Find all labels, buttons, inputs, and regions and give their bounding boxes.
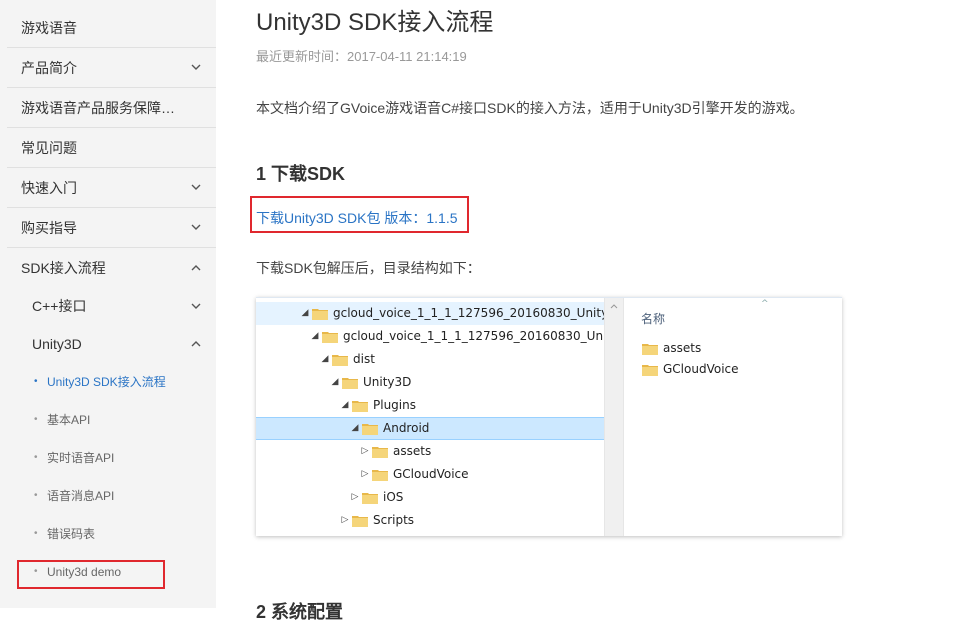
collapse-arrow-icon: ◢	[351, 423, 359, 433]
section-heading-download: 1 下载SDK	[256, 164, 346, 184]
extract-description: 下载SDK包解压后，目录结构如下：	[256, 260, 481, 276]
folder-icon	[312, 309, 328, 320]
tree-node: ◢ dist	[256, 348, 604, 371]
collapse-arrow-icon: ◢	[341, 400, 349, 410]
chevron-down-icon	[191, 64, 201, 70]
folder-icon	[372, 470, 388, 481]
tree-node-label: gcloud_voice_1_1_1_127596_20160830_Unity…	[333, 306, 604, 320]
tree-node-label: iOS	[383, 490, 404, 504]
folder-icon	[642, 365, 658, 376]
sidebar-item-label: 常见问题	[21, 140, 77, 156]
sidebar-item-label: 游戏语音	[21, 20, 77, 36]
sidebar-subitem-unity3d[interactable]: Unity3D	[7, 325, 216, 363]
chevron-down-icon	[191, 184, 201, 190]
sidebar-item-label: 实时语音API	[47, 451, 115, 465]
tree-node-label: gcloud_voice_1_1_1_127596_20160830_Unity…	[343, 329, 604, 343]
folder-icon	[342, 378, 358, 389]
tree-node-label: Android	[383, 421, 430, 435]
bullet-icon: •	[34, 528, 38, 539]
chevron-down-icon	[191, 303, 201, 309]
sidebar-leaf-basic-api[interactable]: • 基本API	[7, 401, 216, 439]
list-item-label: assets	[663, 341, 702, 355]
tree-node-label: assets	[393, 444, 432, 458]
sidebar-leaf-unity3d-sdk-flow[interactable]: • Unity3D SDK接入流程	[7, 363, 216, 401]
sidebar-item-product-intro[interactable]: 产品简介	[7, 48, 216, 88]
sidebar-item-label: SDK接入流程	[21, 260, 106, 276]
bullet-icon: •	[34, 490, 38, 501]
chevron-up-icon	[191, 341, 201, 347]
expand-arrow-icon: ▷	[361, 446, 369, 456]
collapse-arrow-icon: ◢	[331, 377, 339, 387]
collapse-arrow-icon: ◢	[321, 354, 329, 364]
sidebar-item-purchase-guide[interactable]: 购买指导	[7, 208, 216, 248]
tree-node-label: Plugins	[373, 398, 416, 412]
section-heading-system-config: 2 系统配置	[256, 602, 344, 622]
highlight-box-demo	[17, 560, 165, 589]
tree-node: ▷ iOS	[256, 486, 604, 509]
folder-structure-image: ◢ gcloud_voice_1_1_1_127596_20160830_Unit…	[256, 297, 842, 536]
tree-node: ▷ GCloudVoice	[256, 463, 604, 486]
sidebar-leaf-voice-message-api[interactable]: • 语音消息API	[7, 477, 216, 515]
sidebar-leaf-error-codes[interactable]: • 错误码表	[7, 515, 216, 553]
bullet-icon: •	[34, 452, 38, 463]
collapse-arrow-icon: ◢	[301, 308, 309, 318]
tree-node: ◢ gcloud_voice_1_1_1_127596_20160830_Unit…	[256, 302, 604, 325]
sidebar-leaf-realtime-voice-api[interactable]: • 实时语音API	[7, 439, 216, 477]
folder-icon	[322, 332, 338, 343]
sidebar-item-label: 基本API	[47, 413, 91, 427]
sidebar-item-faq[interactable]: 常见问题	[7, 128, 216, 168]
folder-icon	[332, 355, 348, 366]
sidebar-item-service-guarantee[interactable]: 游戏语音产品服务保障…	[7, 88, 216, 128]
folder-icon	[362, 493, 378, 504]
list-item-label: GCloudVoice	[663, 362, 739, 376]
last-updated-text: 最近更新时间：2017-04-11 21:14:19	[256, 49, 467, 64]
tree-node-label: Scripts	[373, 513, 415, 527]
chevron-down-icon	[191, 224, 201, 230]
tree-node: ◢ Unity3D	[256, 371, 604, 394]
sidebar-item-quick-start[interactable]: 快速入门	[7, 168, 216, 208]
scroll-up-icon	[610, 304, 618, 309]
folder-icon	[642, 344, 658, 355]
folder-tree-pane: ◢ gcloud_voice_1_1_1_127596_20160830_Unit…	[256, 298, 604, 536]
sidebar-item-label: 错误码表	[47, 527, 96, 541]
bullet-icon: •	[34, 414, 38, 425]
chevron-up-icon	[191, 265, 201, 271]
sidebar-item-label: 产品简介	[21, 60, 77, 76]
tree-node: ▷ assets	[256, 440, 604, 463]
sidebar-item-label: 快速入门	[21, 180, 77, 196]
tree-node: ◢ Plugins	[256, 394, 604, 417]
sidebar-item-label: 购买指导	[21, 220, 77, 236]
tree-node-label: GCloudVoice	[393, 467, 469, 481]
sidebar-subitem-cpp[interactable]: C++接口	[7, 287, 216, 325]
highlight-box-download	[250, 196, 469, 233]
tree-node: ▷ Scripts	[256, 509, 604, 532]
expand-arrow-icon: ▷	[341, 515, 349, 525]
sidebar-item-label: Unity3D SDK接入流程	[47, 375, 166, 389]
folder-icon	[352, 401, 368, 412]
tree-node-label: dist	[353, 352, 375, 366]
tree-scrollbar	[604, 298, 623, 536]
sort-ascending-icon: ^	[761, 299, 769, 309]
tree-node: ◢ Android	[256, 417, 604, 440]
page-title: Unity3D SDK接入流程	[256, 9, 494, 36]
tree-node-label: Unity3D	[363, 375, 412, 389]
expand-arrow-icon: ▷	[361, 469, 369, 479]
folder-icon	[352, 516, 368, 527]
sidebar-item-label: 游戏语音产品服务保障…	[21, 100, 175, 116]
sidebar-item-sdk-access[interactable]: SDK接入流程	[7, 248, 216, 288]
folder-icon	[372, 447, 388, 458]
sidebar-item-label: 语音消息API	[47, 489, 115, 503]
sidebar: 游戏语音 产品简介 游戏语音产品服务保障… 常见问题 快速入门 购买指导 SDK…	[0, 0, 216, 608]
folder-icon	[362, 424, 378, 435]
sidebar-item-label: C++接口	[32, 298, 87, 314]
intro-paragraph: 本文档介绍了GVoice游戏语音C#接口SDK的接入方法，适用于Unity3D引…	[256, 100, 804, 116]
file-list-pane: ^ 名称 assets GCloudVoice	[623, 298, 842, 536]
expand-arrow-icon: ▷	[351, 492, 359, 502]
name-column-header: 名称	[641, 312, 666, 326]
bullet-icon: •	[34, 376, 38, 387]
collapse-arrow-icon: ◢	[311, 331, 319, 341]
tree-node: ◢ gcloud_voice_1_1_1_127596_20160830_Unit…	[256, 325, 604, 348]
sidebar-item-label: Unity3D	[32, 336, 82, 352]
sidebar-item-game-voice[interactable]: 游戏语音	[7, 8, 216, 48]
